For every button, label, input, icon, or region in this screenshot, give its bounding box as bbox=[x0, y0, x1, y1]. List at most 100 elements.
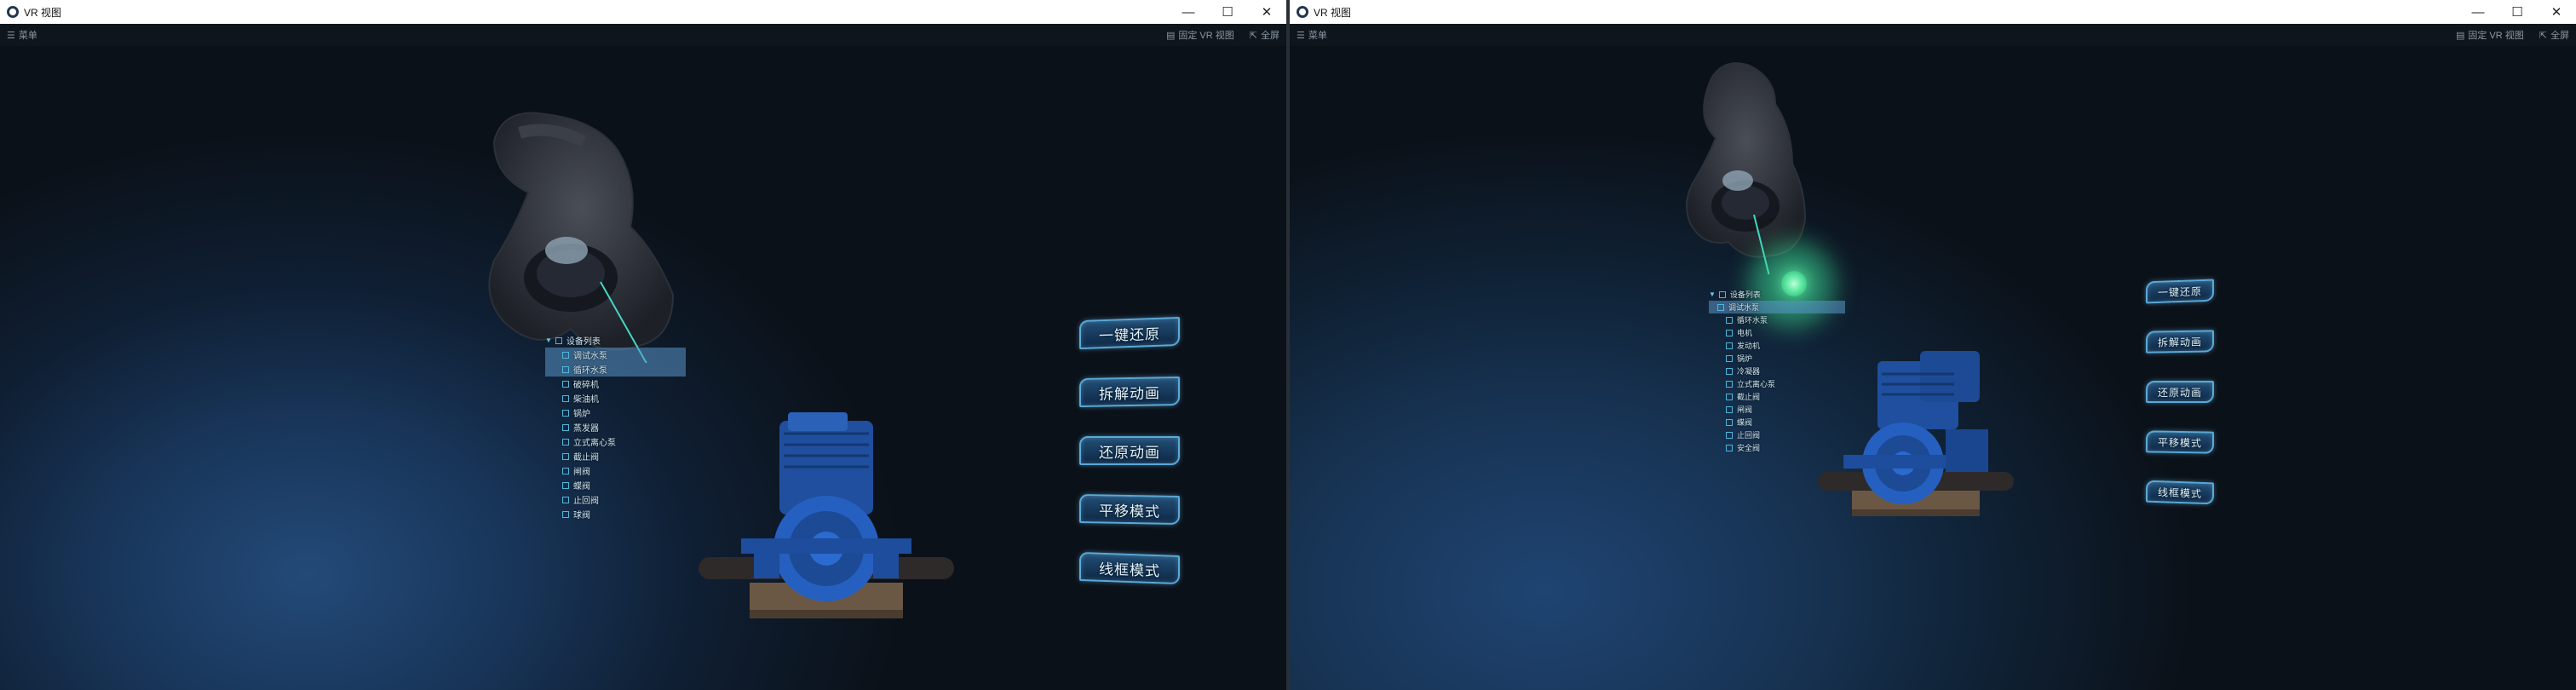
tree-item-label: 锅炉 bbox=[1737, 354, 1753, 363]
pin-label: 固定 VR 视图 bbox=[1178, 31, 1234, 41]
tree-item[interactable]: 闸阀 bbox=[545, 463, 686, 478]
fullscreen-label: 全屏 bbox=[1261, 31, 1279, 41]
wireframe-mode-button[interactable]: 线框模式 bbox=[2146, 480, 2214, 505]
vr-viewport[interactable]: ▼ 设备列表 调试水泵 循环水泵 电机 发动机 锅炉 冷凝器 立式离心泵 截止阀… bbox=[1290, 46, 2576, 690]
fullscreen-button[interactable]: ⇱ 全屏 bbox=[2539, 28, 2569, 42]
device-icon bbox=[562, 496, 569, 503]
pin-icon: ▤ bbox=[1165, 30, 1176, 41]
tree-item[interactable]: 截止阀 bbox=[545, 449, 686, 463]
folder-icon bbox=[555, 336, 562, 344]
device-icon bbox=[1726, 418, 1733, 426]
disassemble-animation-button[interactable]: 拆解动画 bbox=[2146, 330, 2214, 354]
tree-item-label: 止回阀 bbox=[1737, 431, 1761, 440]
tree-item[interactable]: 蒸发器 bbox=[545, 420, 686, 434]
device-icon bbox=[1726, 444, 1733, 451]
tree-item[interactable]: 蝶阀 bbox=[545, 478, 686, 492]
tree-item-label: 闸阀 bbox=[1737, 405, 1753, 414]
device-icon bbox=[562, 510, 569, 518]
tree-item-label: 蝶阀 bbox=[573, 482, 590, 492]
collapse-triangle-icon[interactable]: ▼ bbox=[545, 336, 552, 344]
device-icon bbox=[562, 452, 569, 460]
title-bar[interactable]: VR 视图 — ☐ ✕ bbox=[0, 0, 1286, 25]
pump-3d-model[interactable] bbox=[1818, 344, 2014, 540]
pump-casing-part[interactable] bbox=[1665, 53, 1835, 274]
vr-toolbar: ☰ 菜单 ▤ 固定 VR 视图 ⇱ 全屏 bbox=[0, 24, 1286, 46]
device-icon bbox=[562, 423, 569, 431]
hamburger-icon: ☰ bbox=[7, 30, 15, 41]
tree-item-label: 截止阀 bbox=[1737, 393, 1761, 401]
vr-viewport[interactable]: ▼ 设备列表 调试水泵 循环水泵 破碎机 柴油机 锅炉 蒸发器 立式离心泵 截止… bbox=[0, 46, 1286, 690]
fullscreen-icon: ⇱ bbox=[1249, 30, 1257, 41]
pump-3d-model[interactable] bbox=[699, 395, 954, 634]
vr-window-right: VR 视图 — ☐ ✕ ☰ 菜单 ▤ 固定 VR 视图 ⇱ 全屏 ▼ 设备列表 … bbox=[1290, 0, 2576, 690]
minimize-button[interactable]: — bbox=[1169, 0, 1208, 24]
tree-item-label: 球阀 bbox=[573, 511, 590, 520]
device-icon bbox=[1726, 367, 1733, 375]
maximize-button[interactable]: ☐ bbox=[1208, 0, 1247, 24]
device-icon bbox=[1726, 393, 1733, 400]
device-icon bbox=[1726, 342, 1733, 349]
window-title: VR 视图 bbox=[24, 6, 62, 19]
restore-animation-button[interactable]: 还原动画 bbox=[2146, 381, 2214, 403]
device-icon bbox=[1726, 354, 1733, 362]
minimize-button[interactable]: — bbox=[2458, 0, 2498, 24]
restore-animation-button[interactable]: 还原动画 bbox=[1079, 436, 1180, 465]
fullscreen-label: 全屏 bbox=[2550, 31, 2569, 41]
tree-item[interactable]: 球阀 bbox=[545, 507, 686, 521]
pin-icon: ▤ bbox=[2455, 30, 2465, 41]
close-button[interactable]: ✕ bbox=[2537, 0, 2576, 24]
pan-mode-button[interactable]: 平移模式 bbox=[2146, 430, 2214, 454]
tree-item[interactable]: 电机 bbox=[1709, 326, 1845, 339]
pin-label: 固定 VR 视图 bbox=[2468, 31, 2524, 41]
tree-item[interactable]: 循环水泵 bbox=[1709, 313, 1845, 326]
tree-item[interactable]: 调试水泵 bbox=[545, 348, 686, 362]
pump-casing-part[interactable] bbox=[469, 99, 690, 363]
tree-item-label: 柴油机 bbox=[573, 395, 599, 405]
app-logo-icon bbox=[1297, 6, 1308, 18]
tree-item-label: 调试水泵 bbox=[1728, 303, 1760, 312]
tree-item[interactable]: 循环水泵 bbox=[545, 362, 686, 377]
tree-item-label: 循环水泵 bbox=[573, 366, 607, 376]
menu-button[interactable]: ☰ 菜单 bbox=[7, 28, 37, 42]
device-icon bbox=[1726, 329, 1733, 336]
disassemble-animation-button[interactable]: 拆解动画 bbox=[1079, 376, 1180, 408]
tree-item-label: 止回阀 bbox=[573, 497, 599, 506]
device-icon bbox=[562, 351, 569, 359]
pin-view-button[interactable]: ▤ 固定 VR 视图 bbox=[2456, 28, 2524, 42]
tree-root-label: 设备列表 bbox=[1729, 290, 1761, 299]
device-icon bbox=[1726, 380, 1733, 388]
pin-view-button[interactable]: ▤ 固定 VR 视图 bbox=[1166, 28, 1234, 42]
menu-label: 菜单 bbox=[18, 31, 37, 41]
tree-root[interactable]: ▼ 设备列表 bbox=[545, 333, 686, 348]
pan-mode-button[interactable]: 平移模式 bbox=[1079, 493, 1180, 526]
tree-item-label: 截止阀 bbox=[573, 453, 599, 463]
tree-item[interactable]: 止回阀 bbox=[545, 492, 686, 507]
collapse-triangle-icon[interactable]: ▼ bbox=[1709, 290, 1716, 298]
menu-button[interactable]: ☰ 菜单 bbox=[1297, 28, 1327, 42]
tree-root[interactable]: ▼ 设备列表 bbox=[1709, 288, 1845, 301]
device-icon bbox=[1726, 316, 1733, 324]
device-icon bbox=[562, 365, 569, 373]
tree-item[interactable]: 调试水泵 bbox=[1709, 301, 1845, 313]
close-button[interactable]: ✕ bbox=[1247, 0, 1286, 24]
window-title: VR 视图 bbox=[1314, 6, 1352, 19]
reset-button[interactable]: 一键还原 bbox=[1079, 316, 1180, 350]
tree-item[interactable]: 立式离心泵 bbox=[545, 434, 686, 449]
app-logo-icon bbox=[7, 6, 19, 18]
tree-item[interactable]: 锅炉 bbox=[545, 405, 686, 420]
vr-toolbar: ☰ 菜单 ▤ 固定 VR 视图 ⇱ 全屏 bbox=[1290, 24, 2576, 46]
maximize-button[interactable]: ☐ bbox=[2498, 0, 2537, 24]
fullscreen-icon: ⇱ bbox=[2539, 30, 2547, 41]
reset-button[interactable]: 一键还原 bbox=[2146, 279, 2214, 304]
device-icon bbox=[1726, 405, 1733, 413]
fullscreen-button[interactable]: ⇱ 全屏 bbox=[1250, 28, 1279, 42]
wireframe-mode-button[interactable]: 线框模式 bbox=[1079, 551, 1180, 585]
tree-item[interactable]: 柴油机 bbox=[545, 391, 686, 405]
tree-item[interactable]: 破碎机 bbox=[545, 377, 686, 391]
tree-item-label: 循环水泵 bbox=[1737, 316, 1768, 325]
tree-item-label: 锅炉 bbox=[573, 410, 590, 419]
device-tree[interactable]: ▼ 设备列表 调试水泵 循环水泵 破碎机 柴油机 锅炉 蒸发器 立式离心泵 截止… bbox=[545, 333, 686, 521]
title-bar[interactable]: VR 视图 — ☐ ✕ bbox=[1290, 0, 2576, 25]
tree-item-label: 发动机 bbox=[1737, 342, 1761, 350]
tree-item-label: 电机 bbox=[1737, 329, 1753, 337]
